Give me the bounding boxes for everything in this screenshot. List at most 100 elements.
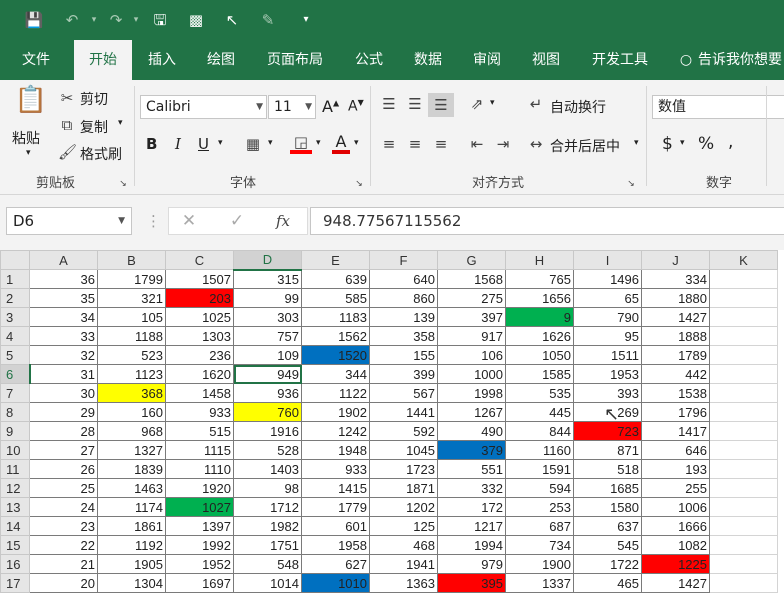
cell-a11[interactable]: 26 (29, 459, 98, 479)
cell-c7[interactable]: 1458 (165, 383, 234, 403)
cell-d6[interactable]: 949 (233, 364, 302, 384)
tab-home[interactable]: 开始 (74, 40, 132, 80)
cell-c9[interactable]: 515 (165, 421, 234, 441)
cell-c1[interactable]: 1507 (165, 269, 234, 289)
merge-dropdown-icon[interactable]: ▾ (634, 138, 639, 148)
currency-dropdown-icon[interactable]: ▾ (680, 138, 685, 148)
tab-file[interactable]: 文件 (8, 40, 64, 80)
row-header[interactable]: 4 (0, 326, 30, 346)
cell-j5[interactable]: 1789 (641, 345, 710, 365)
format-icon[interactable]: ✎ (258, 10, 278, 30)
cell-g9[interactable]: 490 (437, 421, 506, 441)
cell-j14[interactable]: 1666 (641, 516, 710, 536)
cell-d1[interactable]: 315 (233, 269, 302, 289)
copy-dropdown-icon[interactable]: ▾ (118, 118, 123, 128)
column-header-j[interactable]: J (641, 250, 710, 270)
cell-b13[interactable]: 1174 (97, 497, 166, 517)
row-header[interactable]: 1 (0, 269, 30, 289)
tab-view[interactable]: 视图 (520, 40, 572, 80)
cell-e1[interactable]: 639 (301, 269, 370, 289)
cell-j9[interactable]: 1417 (641, 421, 710, 441)
cell-e2[interactable]: 585 (301, 288, 370, 308)
cell-k11[interactable] (709, 459, 778, 479)
cell-b12[interactable]: 1463 (97, 478, 166, 498)
cell-j17[interactable]: 1427 (641, 573, 710, 593)
copy-button[interactable]: 复制 (80, 117, 108, 137)
row-header[interactable]: 12 (0, 478, 30, 498)
cell-k10[interactable] (709, 440, 778, 460)
column-header-a[interactable]: A (29, 250, 98, 270)
cell-j11[interactable]: 193 (641, 459, 710, 479)
redo-icon[interactable]: ↷ (106, 10, 126, 30)
cell-g12[interactable]: 332 (437, 478, 506, 498)
cell-f8[interactable]: 1441 (369, 402, 438, 422)
scissors-icon[interactable]: ✂ (58, 88, 76, 108)
cell-b7[interactable]: 368 (97, 383, 166, 403)
number-format-combo[interactable]: 数值 (652, 95, 784, 119)
cell-k8[interactable] (709, 402, 778, 422)
cell-j12[interactable]: 255 (641, 478, 710, 498)
cell-d2[interactable]: 99 (233, 288, 302, 308)
shrink-font-button[interactable]: A▼ (348, 98, 364, 115)
cell-i10[interactable]: 871 (573, 440, 642, 460)
cell-h1[interactable]: 765 (505, 269, 574, 289)
cell-g7[interactable]: 1998 (437, 383, 506, 403)
cell-g11[interactable]: 551 (437, 459, 506, 479)
cell-i15[interactable]: 545 (573, 535, 642, 555)
cell-e7[interactable]: 1122 (301, 383, 370, 403)
cell-f11[interactable]: 1723 (369, 459, 438, 479)
cut-button[interactable]: 剪切 (80, 89, 108, 109)
cell-f4[interactable]: 358 (369, 326, 438, 346)
cell-c11[interactable]: 1110 (165, 459, 234, 479)
cell-i5[interactable]: 1511 (573, 345, 642, 365)
cell-i4[interactable]: 95 (573, 326, 642, 346)
wrap-text-button[interactable]: 自动换行 (550, 97, 606, 117)
cell-b14[interactable]: 1861 (97, 516, 166, 536)
cell-f1[interactable]: 640 (369, 269, 438, 289)
pointer-icon[interactable]: ↖ (222, 10, 242, 30)
bold-button[interactable]: B (146, 135, 157, 153)
cell-h2[interactable]: 1656 (505, 288, 574, 308)
cell-c5[interactable]: 236 (165, 345, 234, 365)
undo-icon[interactable]: ↶ (62, 10, 82, 30)
column-header-g[interactable]: G (437, 250, 506, 270)
cell-a2[interactable]: 35 (29, 288, 98, 308)
cell-e10[interactable]: 1948 (301, 440, 370, 460)
currency-button[interactable]: $ (662, 134, 673, 154)
cell-j15[interactable]: 1082 (641, 535, 710, 555)
cell-c16[interactable]: 1952 (165, 554, 234, 574)
cell-b5[interactable]: 523 (97, 345, 166, 365)
cell-d16[interactable]: 548 (233, 554, 302, 574)
cell-i13[interactable]: 1580 (573, 497, 642, 517)
cell-j16[interactable]: 1225 (641, 554, 710, 574)
cell-a17[interactable]: 20 (29, 573, 98, 593)
cell-b8[interactable]: 160 (97, 402, 166, 422)
cell-a15[interactable]: 22 (29, 535, 98, 555)
cell-e6[interactable]: 344 (301, 364, 370, 384)
cell-g5[interactable]: 106 (437, 345, 506, 365)
tell-me-search[interactable]: 告诉我你想要 (698, 40, 784, 80)
align-left-icon[interactable]: ≡ (378, 134, 400, 154)
tab-formulas[interactable]: 公式 (343, 40, 395, 80)
borders-dropdown-icon[interactable]: ▾ (268, 138, 273, 148)
cell-k5[interactable] (709, 345, 778, 365)
tab-data[interactable]: 数据 (402, 40, 454, 80)
format-painter-button[interactable]: 格式刷 (80, 144, 122, 164)
cell-d11[interactable]: 1403 (233, 459, 302, 479)
font-size-combo[interactable]: 11 ▼ (268, 95, 316, 119)
cell-d5[interactable]: 109 (233, 345, 302, 365)
cell-f3[interactable]: 139 (369, 307, 438, 327)
enter-icon[interactable]: ✓ (227, 211, 247, 231)
row-header[interactable]: 8 (0, 402, 30, 422)
cell-d7[interactable]: 936 (233, 383, 302, 403)
row-header[interactable]: 14 (0, 516, 30, 536)
cell-g1[interactable]: 1568 (437, 269, 506, 289)
cell-h17[interactable]: 1337 (505, 573, 574, 593)
borders-icon[interactable]: ▦ (242, 134, 264, 154)
cell-a7[interactable]: 30 (29, 383, 98, 403)
font-color-dropdown-icon[interactable]: ▾ (354, 138, 359, 148)
cell-c2[interactable]: 203 (165, 288, 234, 308)
cell-b3[interactable]: 105 (97, 307, 166, 327)
cell-f13[interactable]: 1202 (369, 497, 438, 517)
insert-function-button[interactable]: fx (271, 211, 295, 231)
